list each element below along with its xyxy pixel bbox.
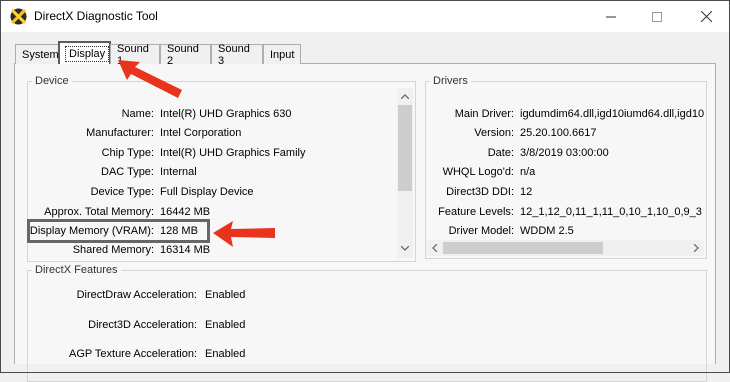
- tab-label: Input: [270, 48, 295, 61]
- row-label: Name:: [121, 108, 154, 120]
- drivers-list[interactable]: Main Driver: igdumdim64.dll,igd10iumd64.…: [426, 100, 704, 240]
- device-scrollbar[interactable]: [397, 88, 413, 258]
- row-label: Manufacturer:: [86, 127, 154, 139]
- tab-system[interactable]: System: [15, 44, 60, 64]
- row-value: 16314 MB: [160, 244, 211, 256]
- device-row: Device Type: Full Display Device: [28, 186, 398, 200]
- maximize-button[interactable]: [634, 1, 680, 32]
- row-label: Driver Model:: [448, 225, 514, 237]
- minimize-button[interactable]: [588, 1, 634, 32]
- driver-row: Main Driver: igdumdim64.dll,igd10iumd64.…: [426, 108, 704, 122]
- device-row: Manufacturer: Intel Corporation: [28, 127, 398, 141]
- tab-sound-3[interactable]: Sound 3: [211, 42, 263, 67]
- row-label: DAC Type:: [101, 166, 154, 178]
- row-label: Feature Levels:: [438, 206, 514, 218]
- row-label: AGP Texture Acceleration:: [69, 348, 197, 360]
- tab-label: Display: [65, 45, 110, 62]
- driver-row: WHQL Logo'd: n/a: [426, 166, 704, 180]
- row-label: Chip Type:: [101, 147, 154, 159]
- drivers-group-title: Drivers: [430, 75, 471, 87]
- scroll-left-icon[interactable]: [426, 240, 442, 256]
- feature-row: AGP Texture Acceleration: Enabled: [28, 348, 328, 362]
- device-row: Chip Type: Intel(R) UHD Graphics Family: [28, 147, 398, 161]
- driver-row: Driver Model: WDDM 2.5: [426, 225, 704, 239]
- display-tab-arrow-icon: [118, 60, 182, 98]
- row-label: Version:: [474, 127, 514, 139]
- row-label: Main Driver:: [454, 108, 514, 120]
- row-value: 16442 MB: [160, 206, 211, 218]
- row-value: Enabled: [205, 319, 246, 331]
- tab-display[interactable]: Display: [58, 41, 111, 64]
- row-value: Internal: [160, 166, 197, 178]
- vram-arrow-icon: [213, 221, 275, 247]
- row-label: Approx. Total Memory:: [44, 206, 154, 218]
- row-value: WDDM 2.5: [520, 225, 574, 237]
- driver-row: Direct3D DDI: 12: [426, 186, 704, 200]
- device-row: Approx. Total Memory: 16442 MB: [28, 206, 398, 220]
- row-label: Device Type:: [90, 186, 154, 198]
- row-label: DirectDraw Acceleration:: [76, 289, 197, 301]
- row-label: Direct3D Acceleration:: [88, 319, 197, 331]
- scroll-right-icon[interactable]: [688, 240, 704, 256]
- row-value: 25.20.100.6617: [520, 127, 597, 139]
- feature-row: DirectDraw Acceleration: Enabled: [28, 289, 328, 303]
- close-button[interactable]: [683, 1, 729, 32]
- row-label: Shared Memory:: [72, 244, 154, 256]
- row-value: Full Display Device: [160, 186, 254, 198]
- scroll-thumb[interactable]: [398, 105, 412, 191]
- row-value: igdumdim64.dll,igd10iumd64.dll,igd10iu: [520, 108, 704, 120]
- row-value: 12: [520, 186, 533, 198]
- row-value: 12_1,12_0,11_1,11_0,10_1,10_0,9_3: [520, 206, 702, 218]
- feature-row: Direct3D Acceleration: Enabled: [28, 319, 328, 333]
- scroll-thumb[interactable]: [443, 242, 603, 254]
- scroll-up-icon[interactable]: [397, 88, 413, 104]
- row-value: Intel(R) UHD Graphics 630: [160, 108, 292, 120]
- drivers-h-scrollbar[interactable]: [426, 240, 704, 256]
- directx-icon: [10, 8, 27, 25]
- features-group-title: DirectX Features: [32, 264, 121, 276]
- device-row: DAC Type: Internal: [28, 166, 398, 180]
- tab-input[interactable]: Input: [263, 44, 301, 64]
- row-value: 3/8/2019 03:00:00: [520, 147, 609, 159]
- tab-label: System: [22, 48, 59, 61]
- minimize-icon: [606, 16, 616, 17]
- row-value: Intel Corporation: [160, 127, 242, 139]
- close-icon: [700, 11, 712, 22]
- driver-row: Date: 3/8/2019 03:00:00: [426, 147, 704, 161]
- row-value: Enabled: [205, 348, 246, 360]
- row-label: Direct3D DDI:: [446, 186, 514, 198]
- row-value: Intel(R) UHD Graphics Family: [160, 147, 306, 159]
- row-value: Enabled: [205, 289, 246, 301]
- row-label: Date:: [487, 147, 514, 159]
- scroll-down-icon[interactable]: [397, 240, 413, 256]
- tab-label: Sound 3: [218, 42, 250, 67]
- device-row: Name: Intel(R) UHD Graphics 630: [28, 108, 398, 122]
- driver-row: Feature Levels: 12_1,12_0,11_1,11_0,10_1…: [426, 206, 704, 220]
- vram-highlight-box: [27, 219, 210, 243]
- row-label: WHQL Logo'd:: [442, 166, 514, 178]
- maximize-icon: [652, 11, 662, 22]
- row-value: n/a: [520, 166, 536, 178]
- window-title: DirectX Diagnostic Tool: [34, 9, 158, 23]
- device-group-title: Device: [32, 75, 72, 87]
- title-bar[interactable]: DirectX Diagnostic Tool: [1, 1, 729, 32]
- driver-row: Version: 25.20.100.6617: [426, 127, 704, 141]
